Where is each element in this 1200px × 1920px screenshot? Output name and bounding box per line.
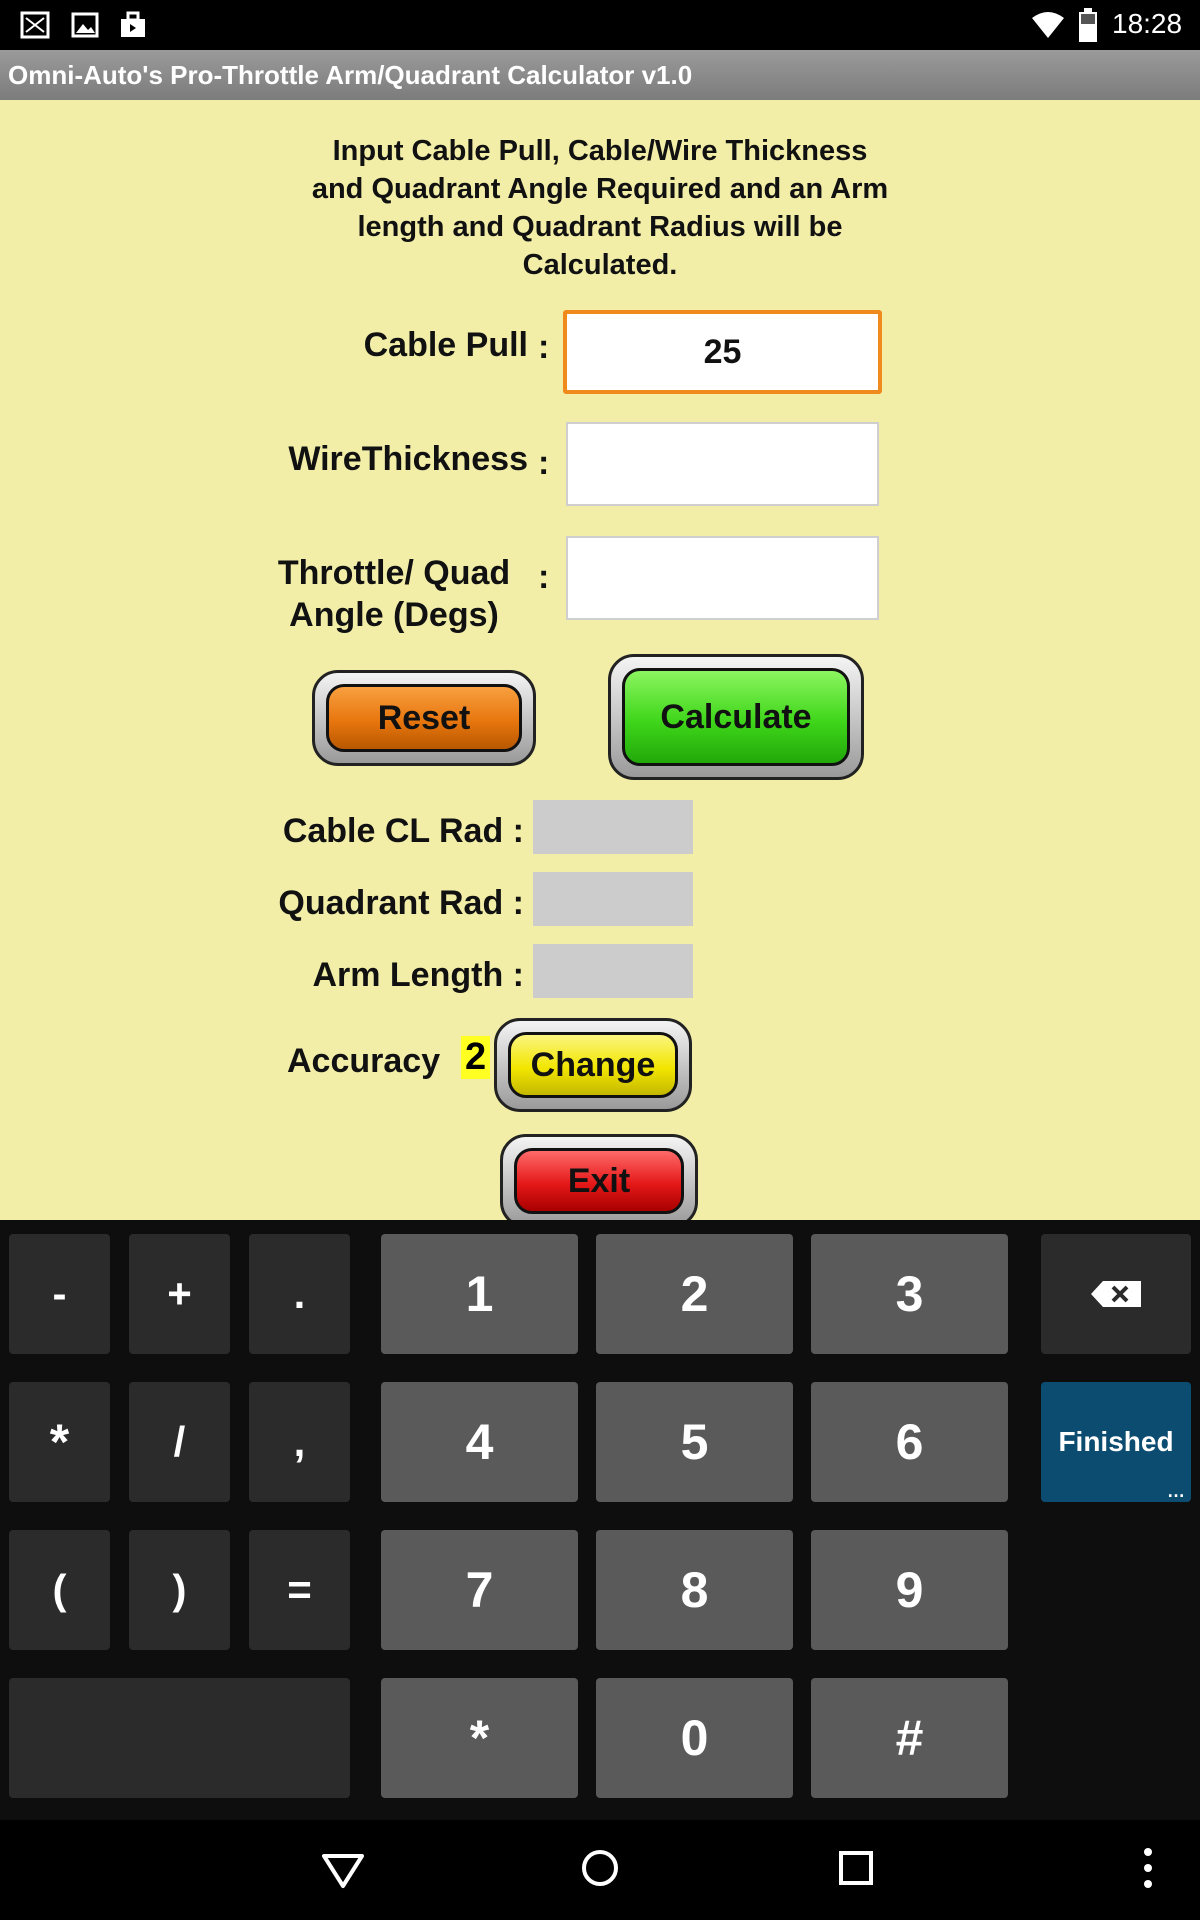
key-6[interactable]: 6 [811, 1382, 1008, 1502]
cable-cl-rad-label: Cable CL Rad : [282, 812, 524, 850]
key-period[interactable]: . [249, 1234, 350, 1354]
key-7[interactable]: 7 [381, 1530, 578, 1650]
navigation-bar [0, 1820, 1200, 1920]
backspace-icon [1091, 1281, 1141, 1307]
quadrant-rad-output [533, 872, 693, 926]
key-1[interactable]: 1 [381, 1234, 578, 1354]
title-bar: Omni-Auto's Pro-Throttle Arm/Quadrant Ca… [0, 50, 1200, 101]
status-bar: 18:28 [0, 0, 1200, 50]
angle-label-line2: Angle (Degs) [289, 596, 499, 634]
accuracy-value: 2 [461, 1036, 491, 1079]
wire-thickness-colon: : [538, 444, 550, 482]
briefcase-icon [121, 11, 145, 37]
cable-cl-rad-output [533, 800, 693, 854]
key-hash[interactable]: # [811, 1678, 1008, 1798]
key-asterisk[interactable]: * [9, 1382, 110, 1502]
key-4[interactable]: 4 [381, 1382, 578, 1502]
instructions-text: Input Cable Pull, Cable/Wire Thickness a… [311, 135, 889, 281]
angle-input[interactable] [566, 536, 879, 620]
key-5[interactable]: 5 [596, 1382, 793, 1502]
notification-icon [20, 11, 50, 39]
home-icon[interactable] [580, 1848, 620, 1888]
key-equals[interactable]: = [249, 1530, 350, 1650]
key-slash[interactable]: / [129, 1382, 230, 1502]
angle-label-line1: Throttle/ Quad [277, 554, 511, 592]
finished-key-label: Finished [1058, 1426, 1174, 1457]
reset-button-label: Reset [326, 684, 522, 752]
key-0[interactable]: 0 [596, 1678, 793, 1798]
key-2[interactable]: 2 [596, 1234, 793, 1354]
menu-icon[interactable] [1140, 1846, 1156, 1890]
app-content: Input Cable Pull, Cable/Wire Thickness a… [0, 100, 1200, 1220]
image-icon [71, 12, 99, 38]
key-3[interactable]: 3 [811, 1234, 1008, 1354]
reset-button[interactable]: Reset [312, 670, 536, 766]
wire-thickness-label: WireThickness [288, 440, 528, 478]
key-backspace[interactable] [1041, 1234, 1191, 1354]
accuracy-label: Accuracy [287, 1042, 441, 1080]
clock: 18:28 [1112, 8, 1183, 39]
key-comma[interactable]: , [249, 1382, 350, 1502]
calculate-button-label: Calculate [622, 668, 850, 766]
angle-colon: : [538, 558, 550, 596]
key-minus[interactable]: - [9, 1234, 110, 1354]
cable-pull-label: Cable Pull [363, 326, 528, 364]
key-plus[interactable]: + [129, 1234, 230, 1354]
key-close-paren[interactable]: ) [129, 1530, 230, 1650]
exit-button-label: Exit [514, 1148, 684, 1214]
key-space[interactable] [9, 1678, 350, 1798]
back-icon[interactable] [320, 1850, 366, 1890]
change-button[interactable]: Change [494, 1018, 692, 1112]
change-button-label: Change [508, 1032, 678, 1098]
key-open-paren[interactable]: ( [9, 1530, 110, 1650]
finished-key[interactable]: Finished … [1041, 1382, 1191, 1502]
numeric-keyboard: - + . 1 2 3 * / , 4 5 6 Finished … ( ) =… [0, 1220, 1200, 1820]
quadrant-rad-label: Quadrant Rad : [278, 884, 524, 922]
arm-length-output [533, 944, 693, 998]
wire-thickness-input[interactable] [566, 422, 879, 506]
more-dots-icon: … [1167, 1481, 1185, 1501]
key-9[interactable]: 9 [811, 1530, 1008, 1650]
wifi-icon [1032, 12, 1064, 38]
cable-pull-colon: : [538, 328, 550, 366]
recents-icon[interactable] [838, 1850, 874, 1886]
key-star[interactable]: * [381, 1678, 578, 1798]
cable-pull-input[interactable]: 25 [563, 310, 882, 394]
calculate-button[interactable]: Calculate [608, 654, 864, 780]
battery-icon [1079, 8, 1097, 42]
arm-length-label: Arm Length : [312, 956, 524, 994]
key-8[interactable]: 8 [596, 1530, 793, 1650]
exit-button[interactable]: Exit [500, 1134, 698, 1220]
app-title: Omni-Auto's Pro-Throttle Arm/Quadrant Ca… [8, 60, 693, 90]
